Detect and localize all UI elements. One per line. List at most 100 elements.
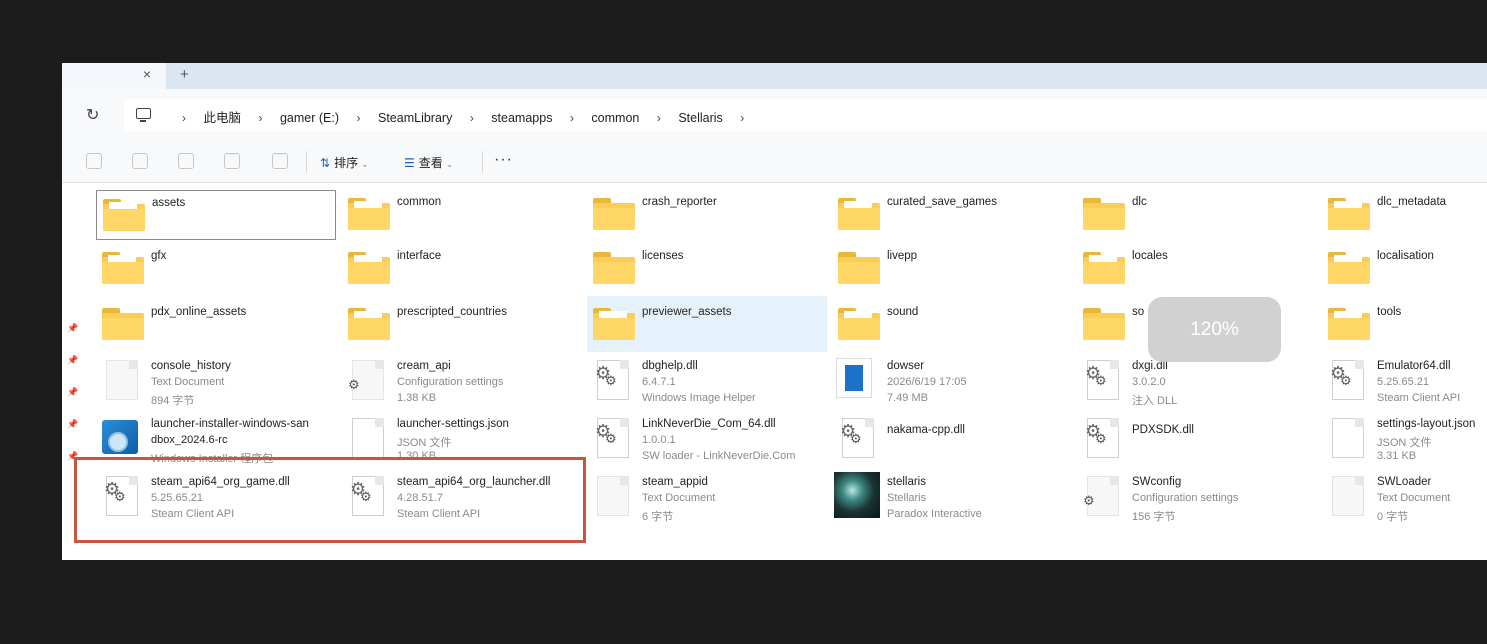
item-type: Configuration settings (397, 376, 504, 388)
text-document-icon (106, 360, 138, 400)
folder-item[interactable]: dlc_metadata (1322, 190, 1487, 240)
chevron-right-icon[interactable]: › (740, 111, 744, 125)
text-document-icon (1332, 476, 1364, 516)
item-size: 894 字节 (151, 395, 195, 407)
address-bar[interactable]: › 此电脑 › gamer (E:) › SteamLibrary › stea… (124, 99, 1487, 131)
chevron-right-icon[interactable]: › (657, 111, 661, 125)
item-name: sound (887, 306, 919, 318)
rename-icon[interactable] (178, 153, 194, 169)
folder-item[interactable]: dlc (1077, 190, 1317, 240)
folder-icon (1083, 308, 1125, 340)
item-name: console_history (151, 360, 231, 372)
breadcrumb-common[interactable]: common (591, 111, 639, 125)
folder-icon (838, 252, 880, 284)
file-item[interactable]: ⚙ cream_api Configuration settings 1.38 KB (342, 354, 582, 408)
view-label: 查看 (418, 156, 443, 170)
chevron-right-icon[interactable]: › (258, 111, 262, 125)
item-name: licenses (642, 250, 684, 262)
breadcrumb-drive-e[interactable]: gamer (E:) (280, 111, 339, 125)
item-version: 3.0.2.0 (1132, 376, 1166, 388)
cut-icon[interactable] (86, 153, 102, 169)
new-tab-icon[interactable]: + (180, 66, 189, 83)
view-button[interactable]: ☰ 查看 ⌄ (404, 154, 453, 171)
breadcrumb-steamlibrary[interactable]: SteamLibrary (378, 111, 452, 125)
folder-item[interactable]: curated_save_games (832, 190, 1072, 240)
folder-item[interactable]: locales (1077, 244, 1317, 294)
folder-item[interactable]: interface (342, 244, 582, 294)
file-item[interactable]: ⚙ ⚙ Emulator64.dll 5.25.65.21 Steam Client A… (1322, 354, 1487, 408)
file-item[interactable]: stellaris Stellaris Paradox Interactive (832, 470, 1072, 524)
gear-icon: ⚙ (850, 431, 862, 446)
divider (306, 151, 307, 173)
tab-bar: × + (62, 63, 1487, 89)
file-item[interactable]: steam_appid Text Document 6 字节 (587, 470, 827, 524)
item-type: Text Document (642, 492, 716, 504)
item-name: localisation (1377, 250, 1434, 262)
file-item[interactable]: ⚙ ⚙ LinkNeverDie_Com_64.dll 1.0.0.1 SW loade… (587, 412, 827, 466)
sort-button[interactable]: ⇅ 排序 ⌄ (320, 154, 369, 171)
item-size: 156 字节 (1132, 511, 1176, 523)
delete-icon[interactable] (272, 153, 288, 169)
folder-item[interactable]: localisation (1322, 244, 1487, 294)
chevron-right-icon[interactable]: › (182, 111, 186, 125)
chevron-right-icon[interactable]: › (570, 111, 574, 125)
folder-icon (1083, 198, 1125, 230)
folder-item[interactable]: crash_reporter (587, 190, 827, 240)
file-item[interactable]: ⚙ ⚙ PDXSDK.dll (1077, 412, 1317, 466)
item-name: locales (1132, 250, 1168, 262)
gear-icon: ⚙ (605, 373, 617, 388)
file-item[interactable]: ⚙ ⚙ nakama-cpp.dll (832, 412, 1072, 466)
file-item[interactable]: console_history Text Document 894 字节 (96, 354, 336, 408)
folder-item[interactable]: livepp (832, 244, 1072, 294)
file-item[interactable]: ⚙ ⚙ dxgi.dll 3.0.2.0 注入 DLL (1077, 354, 1317, 408)
folder-item[interactable]: gfx (96, 244, 336, 294)
folder-item[interactable]: common (342, 190, 582, 240)
sort-label: 排序 (334, 156, 359, 170)
folder-item[interactable]: previewer_assets (587, 296, 827, 352)
file-item[interactable]: ⚙ ⚙ dbghelp.dll 6.4.7.1 Windows Image Helper (587, 354, 827, 408)
breadcrumb-steamapps[interactable]: steamapps (491, 111, 552, 125)
gear-icon: ⚙ (1340, 373, 1352, 388)
close-tab-icon[interactable]: × (138, 66, 156, 82)
item-company: Paradox Interactive (887, 508, 982, 520)
folder-item[interactable]: pdx_online_assets (96, 300, 336, 350)
dowser-app-icon (836, 358, 872, 398)
divider (482, 151, 483, 173)
item-name: PDXSDK.dll (1132, 424, 1194, 436)
item-name-continued: dbox_2024.6-rc (151, 434, 228, 446)
copy-icon[interactable] (132, 153, 148, 169)
refresh-icon[interactable]: ↻ (86, 105, 99, 125)
sort-icon: ⇅ (320, 156, 331, 170)
folder-item[interactable]: sound (832, 300, 1072, 350)
this-pc-icon[interactable] (136, 108, 151, 122)
json-file-icon (1332, 418, 1364, 458)
folder-icon (103, 199, 145, 231)
item-size: 7.49 MB (887, 392, 928, 404)
item-name: dbghelp.dll (642, 360, 698, 372)
folder-item[interactable]: assets (96, 190, 336, 240)
folder-item[interactable]: tools (1322, 300, 1487, 350)
chevron-right-icon[interactable]: › (470, 111, 474, 125)
file-item[interactable]: dowser 2026/6/19 17:05 7.49 MB (832, 354, 1072, 408)
folder-item[interactable]: licenses (587, 244, 827, 294)
folder-item[interactable]: prescripted_countries (342, 300, 582, 350)
gear-icon: ⚙ (1095, 373, 1107, 388)
gear-icon: ⚙ (1083, 493, 1095, 508)
command-bar: ⇅ 排序 ⌄ ☰ 查看 ⌄ ··· (62, 141, 1487, 183)
item-name: pdx_online_assets (151, 306, 247, 318)
breadcrumb: › 此电脑 › gamer (E:) › SteamLibrary › stea… (168, 107, 758, 126)
item-description: Windows Image Helper (642, 392, 756, 404)
breadcrumb-stellaris[interactable]: Stellaris (678, 111, 722, 125)
folder-icon (838, 198, 880, 230)
tab-stellaris[interactable]: × (62, 63, 166, 89)
file-item[interactable]: SWLoader Text Document 0 字节 (1322, 470, 1487, 524)
item-type: Text Document (151, 376, 225, 388)
folder-icon (348, 198, 390, 230)
share-icon[interactable] (224, 153, 240, 169)
folder-icon (1083, 252, 1125, 284)
file-item[interactable]: settings-layout.json JSON 文件 3.31 KB (1322, 412, 1487, 466)
chevron-right-icon[interactable]: › (357, 111, 361, 125)
more-options-button[interactable]: ··· (494, 151, 513, 169)
breadcrumb-this-pc[interactable]: 此电脑 (203, 107, 241, 126)
file-item[interactable]: ⚙ SWconfig Configuration settings 156 字节 (1077, 470, 1317, 524)
